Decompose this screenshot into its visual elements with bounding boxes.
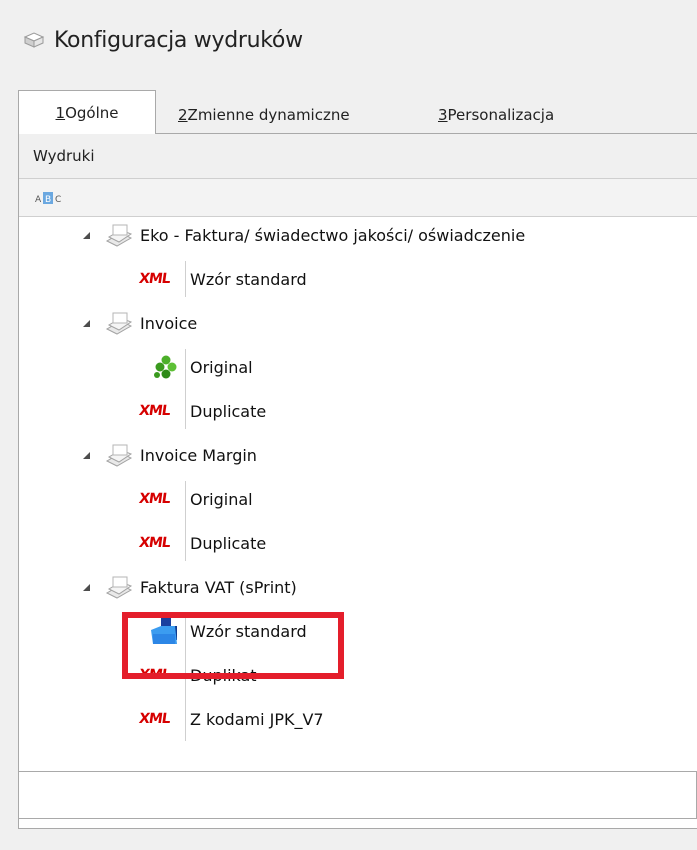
group-label: Invoice	[140, 313, 198, 333]
tree-item[interactable]: XML Z kodami JPK_V7	[137, 701, 324, 737]
tree-group[interactable]: Faktura VAT (sPrint)	[81, 569, 297, 605]
abc-sort-icon[interactable]: A B C	[35, 192, 75, 204]
tab-bar: 1 Ogólne 2 Zmienne dynamiczne 3 Personal…	[18, 90, 697, 134]
collapse-triangle-icon[interactable]	[81, 582, 91, 592]
xml-icon: XML	[137, 403, 171, 419]
tree-item[interactable]: XML Original	[137, 481, 253, 517]
tree-item[interactable]: XML Duplicate	[137, 525, 267, 561]
window-title: Konfiguracja wydruków	[54, 27, 303, 53]
description-field[interactable]	[18, 771, 697, 819]
section-header: Wydruki	[19, 134, 697, 179]
item-label: Wzór standard	[190, 269, 307, 289]
tree-group[interactable]: Invoice Margin	[81, 437, 257, 473]
tree-toolbar: A B C	[19, 179, 697, 217]
printer-doc-icon	[105, 444, 133, 467]
collapse-triangle-icon[interactable]	[81, 318, 91, 328]
xml-icon: XML	[137, 711, 171, 727]
group-label: Invoice Margin	[140, 445, 257, 465]
green-clover-icon	[139, 353, 183, 381]
group-label: Faktura VAT (sPrint)	[140, 577, 297, 597]
tab-personalizacja[interactable]: 3 Personalizacja	[438, 96, 554, 134]
svg-text:A: A	[35, 195, 42, 204]
tab-zmienne-dynamiczne[interactable]: 2 Zmienne dynamiczne	[178, 96, 350, 134]
printer-doc-icon	[105, 576, 133, 599]
svg-text:C: C	[55, 195, 61, 204]
collapse-triangle-icon[interactable]	[81, 450, 91, 460]
prints-panel: Wydruki A B C Eko - Faktura/ świadectwo	[18, 133, 697, 829]
section-title: Wydruki	[33, 147, 95, 165]
printer-doc-icon	[105, 312, 133, 335]
item-label: Duplicate	[190, 401, 267, 421]
xml-icon: XML	[137, 491, 171, 507]
tree-item[interactable]: Original	[139, 349, 253, 385]
item-label: Original	[190, 357, 253, 377]
item-label: Z kodami JPK_V7	[190, 709, 324, 729]
tree-item[interactable]: XML Duplicate	[137, 393, 267, 429]
tab-ogolne[interactable]: 1 Ogólne	[18, 90, 156, 134]
prints-tree[interactable]: Eko - Faktura/ świadectwo jakości/ oświa…	[19, 217, 697, 757]
printer-icon	[23, 32, 45, 48]
xml-icon: XML	[137, 271, 171, 287]
svg-text:B: B	[45, 195, 51, 204]
tree-group[interactable]: Invoice	[81, 305, 197, 341]
printer-doc-icon	[105, 224, 133, 247]
window-title-bar: Konfiguracja wydruków	[22, 22, 303, 58]
xml-icon: XML	[137, 535, 171, 551]
tree-item[interactable]: XML Wzór standard	[137, 261, 307, 297]
group-label: Eko - Faktura/ świadectwo jakości/ oświa…	[140, 225, 526, 245]
highlight-box	[122, 612, 344, 679]
item-label: Original	[190, 489, 253, 509]
collapse-triangle-icon[interactable]	[81, 230, 91, 240]
tree-group[interactable]: Eko - Faktura/ świadectwo jakości/ oświa…	[81, 217, 525, 253]
item-label: Duplicate	[190, 533, 267, 553]
